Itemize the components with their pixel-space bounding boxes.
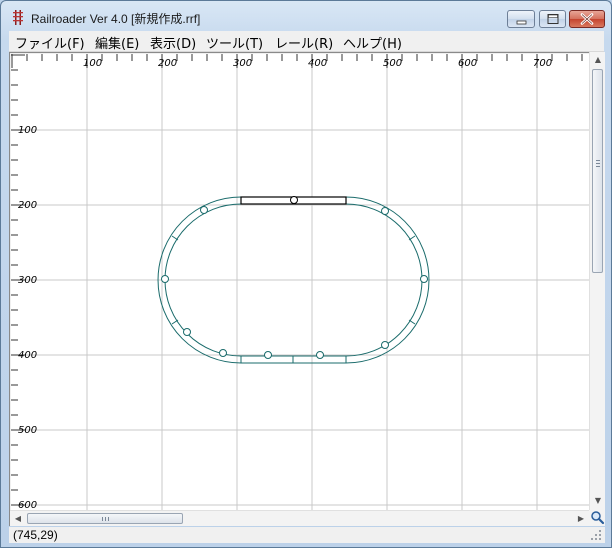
- title-bar[interactable]: Railroader Ver 4.0 [新規作成.rrf]: [1, 1, 611, 31]
- menu-view[interactable]: 表示(D): [150, 33, 196, 52]
- ruler-y-label: 100: [18, 125, 37, 136]
- ruler-y-label: 500: [18, 425, 37, 436]
- menu-rail[interactable]: レール(R): [275, 33, 333, 52]
- vertical-scroll-thumb[interactable]: [592, 69, 603, 273]
- scroll-up-arrow-icon[interactable]: ▲: [590, 52, 606, 68]
- zoom-button[interactable]: [589, 510, 605, 526]
- window-title: Railroader Ver 4.0 [新規作成.rrf]: [31, 12, 201, 26]
- vertical-scrollbar[interactable]: ▲ ▼: [589, 52, 605, 511]
- close-icon: [580, 13, 594, 25]
- close-button[interactable]: [569, 10, 605, 28]
- menu-tools[interactable]: ツール(T): [206, 33, 263, 52]
- ruler-x-label: 200: [158, 58, 177, 69]
- ruler-x-label: 600: [458, 58, 477, 69]
- application-window: Railroader Ver 4.0 [新規作成.rrf] ファイル(F) 編集…: [0, 0, 612, 548]
- ruler-x-label: 300: [233, 58, 252, 69]
- ruler-y-label: 400: [18, 350, 37, 361]
- cursor-coordinates: (745,29): [13, 528, 58, 542]
- minimize-button[interactable]: [507, 10, 535, 28]
- ruler-x-label: 500: [383, 58, 402, 69]
- status-bar: (745,29): [9, 527, 605, 543]
- minimize-icon: [516, 20, 527, 25]
- resize-grip-icon[interactable]: [589, 528, 603, 542]
- menu-edit[interactable]: 編集(E): [95, 33, 139, 52]
- magnifier-icon: [591, 511, 605, 525]
- menu-bar: ファイル(F) 編集(E) 表示(D) ツール(T) レール(R) ヘルプ(H): [9, 31, 604, 52]
- rail-track-icon: [13, 10, 23, 25]
- ruler-x-label: 400: [308, 58, 327, 69]
- layout-canvas[interactable]: 100 200 300 400 500 600 700 100 200 300 …: [11, 54, 590, 511]
- menu-file[interactable]: ファイル(F): [15, 33, 85, 52]
- scroll-left-arrow-icon[interactable]: ◀: [10, 511, 26, 527]
- ruler-y-label: 300: [18, 275, 37, 286]
- horizontal-scrollbar[interactable]: ◀ ▶: [10, 510, 590, 526]
- ruler-x-label: 100: [83, 58, 102, 69]
- scroll-right-arrow-icon[interactable]: ▶: [573, 511, 589, 527]
- ruler-y-label: 200: [18, 200, 37, 211]
- selected-rail-connector: [290, 196, 298, 204]
- scroll-down-arrow-icon[interactable]: ▼: [590, 493, 606, 509]
- maximize-icon: [547, 14, 559, 24]
- maximize-button[interactable]: [539, 10, 566, 28]
- menu-help[interactable]: ヘルプ(H): [343, 33, 402, 52]
- ruler-x-label: 700: [533, 58, 552, 69]
- editor-area: 100 200 300 400 500 600 700 100 200 300 …: [9, 52, 605, 526]
- horizontal-scroll-thumb[interactable]: [27, 513, 183, 524]
